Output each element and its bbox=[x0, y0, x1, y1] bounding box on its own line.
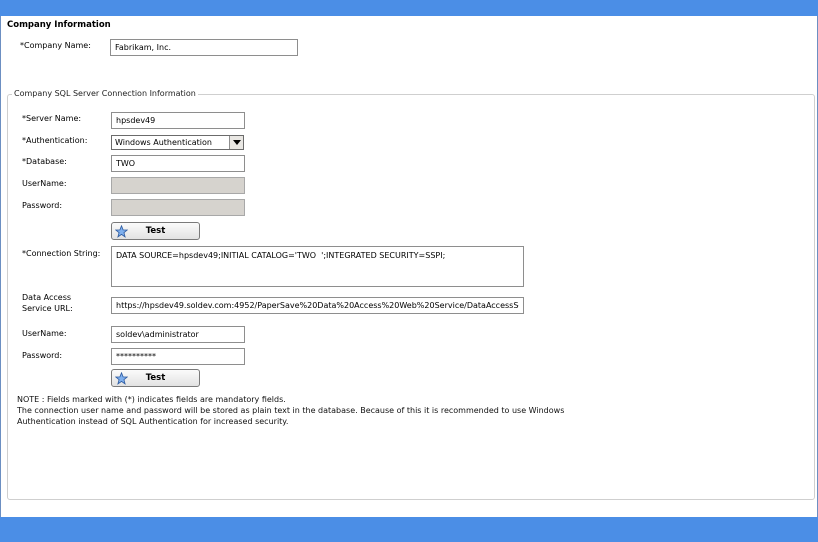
sql-username-label: UserName: bbox=[22, 179, 67, 188]
connection-string-textarea[interactable]: DATA SOURCE=hpsdev49;INITIAL CATALOG='TW… bbox=[111, 246, 524, 287]
company-information-title: Company Information bbox=[7, 20, 111, 30]
data-access-url-label-line2: Service URL: bbox=[22, 304, 73, 313]
note-line-3: Authentication instead of SQL Authentica… bbox=[17, 417, 289, 426]
authentication-select[interactable]: Windows Authentication bbox=[111, 135, 244, 150]
das-password-input[interactable] bbox=[111, 348, 245, 365]
das-username-input[interactable] bbox=[111, 326, 245, 343]
data-access-url-label-line1: Data Access bbox=[22, 293, 72, 302]
company-name-label: *Company Name: bbox=[20, 41, 91, 50]
authentication-selected-value: Windows Authentication bbox=[115, 138, 212, 147]
note-line-2: The connection user name and password wi… bbox=[17, 406, 565, 415]
sql-connection-group-title: Company SQL Server Connection Informatio… bbox=[12, 89, 198, 98]
sql-password-label: Password: bbox=[22, 201, 63, 210]
das-password-label: Password: bbox=[22, 351, 63, 360]
database-label: *Database: bbox=[22, 157, 67, 166]
chevron-down-icon[interactable] bbox=[229, 136, 243, 149]
server-name-input[interactable] bbox=[111, 112, 245, 129]
das-username-label: UserName: bbox=[22, 329, 67, 338]
sql-username-input bbox=[111, 177, 245, 194]
das-test-button[interactable]: Test bbox=[111, 369, 200, 387]
sql-password-input bbox=[111, 199, 245, 216]
window-frame-left bbox=[0, 16, 1, 517]
window-bottom-bar bbox=[0, 517, 818, 542]
company-name-input[interactable] bbox=[110, 39, 298, 56]
sql-test-button-label: Test bbox=[145, 226, 166, 236]
sql-test-button[interactable]: Test bbox=[111, 222, 200, 240]
window-top-bar bbox=[0, 0, 818, 16]
das-test-button-label: Test bbox=[145, 373, 166, 383]
authentication-label: *Authentication: bbox=[22, 136, 88, 145]
connection-string-label: *Connection String: bbox=[22, 249, 101, 258]
data-access-url-input[interactable] bbox=[111, 297, 524, 314]
database-input[interactable] bbox=[111, 155, 245, 172]
note-line-1: NOTE : Fields marked with (*) indicates … bbox=[17, 395, 286, 404]
server-name-label: *Server Name: bbox=[22, 114, 82, 123]
